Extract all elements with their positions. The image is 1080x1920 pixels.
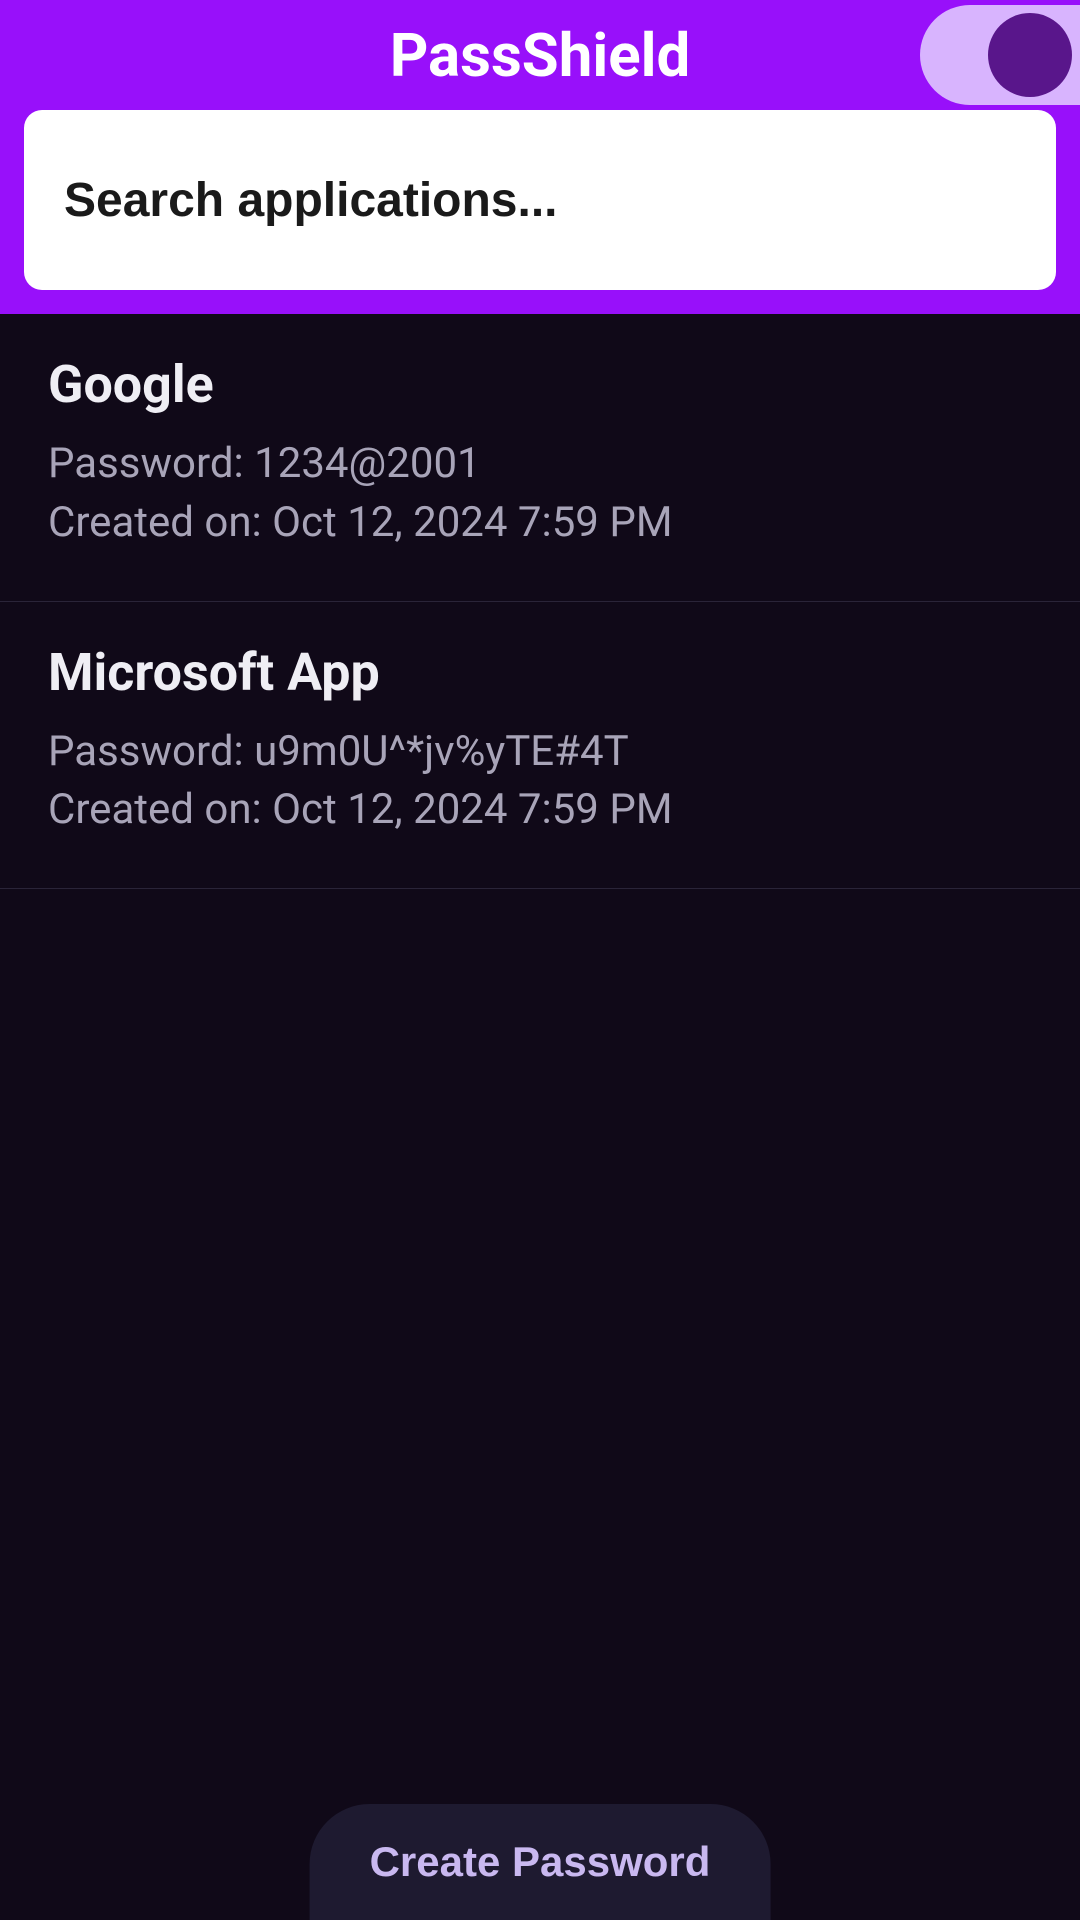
entry-name: Microsoft App xyxy=(48,642,1032,703)
password-list: Google Password: 1234@2001 Created on: O… xyxy=(0,314,1080,1920)
app-screen: PassShield Google Password: 1234@2001 Cr… xyxy=(0,0,1080,1920)
search-input[interactable] xyxy=(24,110,1056,290)
header: PassShield xyxy=(0,0,1080,314)
entry-password: Password: u9m0U^*jv%yTE#4T xyxy=(48,723,1032,782)
app-title: PassShield xyxy=(390,20,691,91)
entry-created: Created on: Oct 12, 2024 7:59 PM xyxy=(48,781,1032,840)
theme-toggle[interactable] xyxy=(920,5,1080,105)
toggle-knob xyxy=(988,13,1072,97)
create-password-button[interactable]: Create Password xyxy=(310,1804,771,1920)
entry-created: Created on: Oct 12, 2024 7:59 PM xyxy=(48,494,1032,553)
search-container xyxy=(0,110,1080,290)
list-item[interactable]: Microsoft App Password: u9m0U^*jv%yTE#4T… xyxy=(0,602,1080,890)
title-bar: PassShield xyxy=(0,0,1080,110)
list-item[interactable]: Google Password: 1234@2001 Created on: O… xyxy=(0,314,1080,602)
entry-password: Password: 1234@2001 xyxy=(48,435,1032,494)
entry-name: Google xyxy=(48,354,1032,415)
